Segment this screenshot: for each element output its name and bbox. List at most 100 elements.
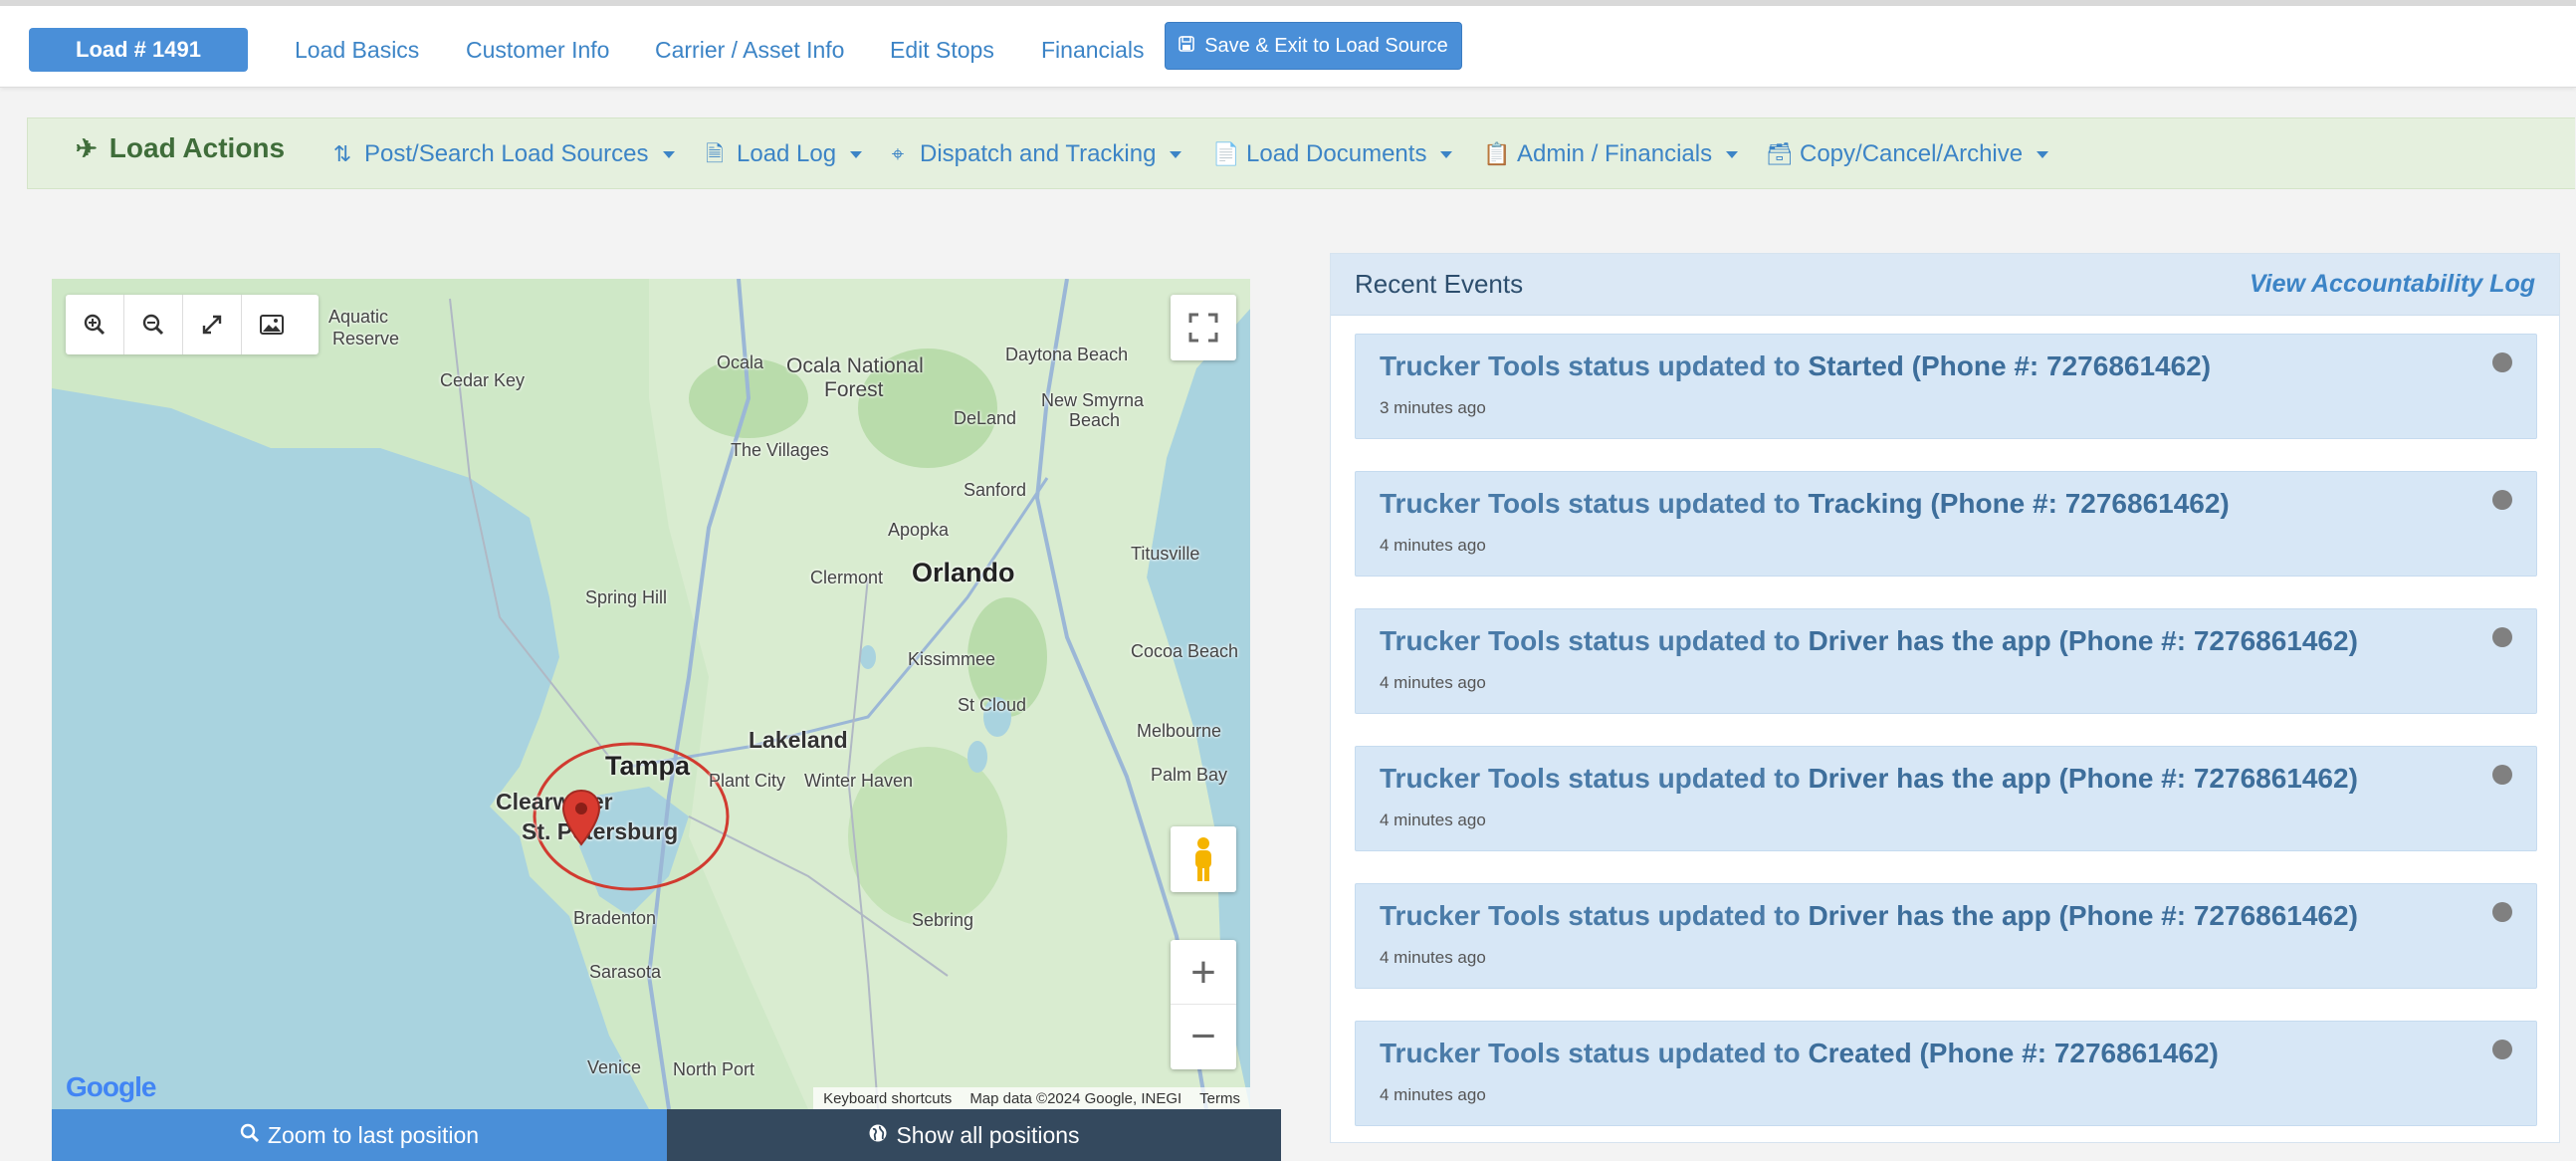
event-item: Trucker Tools status updated to Driver h… <box>1355 746 2537 851</box>
map-label-reserve: Reserve <box>332 329 400 348</box>
status-dot-icon <box>2492 490 2512 510</box>
map-view[interactable]: Aquatic Reserve Cedar Key Ocala Ocala Na… <box>52 279 1250 1109</box>
event-time: 3 minutes ago <box>1380 398 1486 417</box>
dispatch-tracking-menu[interactable]: ⌖ Dispatch and Tracking <box>886 134 1182 174</box>
load-actions-title: ✈ Load Actions <box>76 132 286 163</box>
caret-down-icon <box>2037 150 2049 158</box>
archive-icon: 🗃 <box>1766 141 1794 166</box>
event-prefix: Trucker Tools status updated to <box>1380 625 1801 656</box>
map-label-palm-bay: Palm Bay <box>1151 765 1228 785</box>
event-time: 4 minutes ago <box>1380 673 1486 692</box>
nav-financials[interactable]: Financials <box>1041 28 1145 72</box>
post-search-load-sources-menu[interactable]: ⇅ Post/Search Load Sources <box>330 134 675 174</box>
map-label-titusville: Titusville <box>1131 544 1200 564</box>
recent-events-title: Recent Events <box>1355 269 1524 299</box>
caret-down-icon <box>1726 150 1739 158</box>
event-time: 4 minutes ago <box>1380 948 1486 967</box>
event-time: 4 minutes ago <box>1380 1085 1486 1104</box>
expand-tool-button[interactable] <box>183 295 242 354</box>
event-status: Driver has the app (Phone #: 7276861462) <box>1808 763 2358 794</box>
zoom-in-tool-button[interactable] <box>66 295 124 354</box>
zoom-in-magnifier-icon <box>84 314 106 336</box>
keyboard-shortcuts-link[interactable]: Keyboard shortcuts <box>823 1090 952 1107</box>
status-dot-icon <box>2492 352 2512 372</box>
status-dot-icon <box>2492 627 2512 647</box>
map-toolbar <box>66 295 319 354</box>
google-logo: Google <box>66 1071 156 1102</box>
load-log-menu[interactable]: 🗎 Load Log <box>703 134 863 174</box>
show-all-positions-button[interactable]: Show all positions <box>667 1109 1281 1161</box>
view-accountability-log-link[interactable]: View Accountability Log <box>2250 270 2535 299</box>
caret-down-icon <box>1170 150 1182 158</box>
map-label-plant-city: Plant City <box>709 771 786 791</box>
map-label-forest: Forest <box>824 378 884 401</box>
search-icon <box>240 1122 260 1149</box>
street-view-pegman[interactable] <box>1171 826 1236 892</box>
top-nav-bar: Load # 1491 Load Basics Customer Info Ca… <box>0 0 2576 88</box>
map-label-aquatic: Aquatic <box>328 307 389 327</box>
event-prefix: Trucker Tools status updated to <box>1380 1038 1801 1068</box>
map-data-text: Map data ©2024 Google, INEGI <box>969 1089 1182 1107</box>
zoom-out-tool-button[interactable] <box>124 295 183 354</box>
crosshairs-icon: ⌖ <box>891 141 905 166</box>
zoom-to-last-position-button[interactable]: Zoom to last position <box>52 1109 667 1161</box>
terms-link[interactable]: Terms <box>1199 1090 1240 1107</box>
zoom-out-magnifier-icon <box>142 314 164 336</box>
document-icon: 📄 <box>1212 141 1240 166</box>
map-label-deland: DeLand <box>954 408 1017 428</box>
plane-icon: ✈ <box>76 132 98 163</box>
event-item: Trucker Tools status updated to Tracking… <box>1355 471 2537 577</box>
nav-edit-stops[interactable]: Edit Stops <box>890 28 994 72</box>
save-exit-label: Save & Exit to Load Source <box>1204 34 1448 57</box>
map-label-orlando: Orlando <box>912 558 1015 587</box>
map-zoom-controls: + − <box>1171 940 1236 1069</box>
copy-cancel-archive-menu[interactable]: 🗃 Copy/Cancel/Archive <box>1766 134 2049 174</box>
map-label-sebring: Sebring <box>912 910 974 930</box>
fullscreen-icon <box>1188 313 1218 343</box>
map-label-ocala-forest: Ocala National <box>786 354 924 377</box>
map-label-clermont: Clermont <box>810 568 884 587</box>
caret-down-icon <box>662 150 675 158</box>
map-label-sanford: Sanford <box>964 480 1027 500</box>
status-dot-icon <box>2492 902 2512 922</box>
fullscreen-button[interactable] <box>1171 295 1236 360</box>
map-attribution: Keyboard shortcuts Map data ©2024 Google… <box>813 1087 1250 1109</box>
event-status: Driver has the app (Phone #: 7276861462) <box>1808 900 2358 931</box>
pegman-icon <box>1195 837 1211 881</box>
load-actions-bar: ✈ Load Actions ⇅ Post/Search Load Source… <box>27 117 2575 189</box>
load-number-badge[interactable]: Load # 1491 <box>29 28 248 72</box>
status-dot-icon <box>2492 765 2512 785</box>
event-prefix: Trucker Tools status updated to <box>1380 350 1801 381</box>
nav-load-basics[interactable]: Load Basics <box>295 28 419 72</box>
load-documents-menu[interactable]: 📄 Load Documents <box>1212 134 1453 174</box>
map-label-cedar-key: Cedar Key <box>440 370 526 390</box>
location-marker-icon[interactable] <box>561 789 601 846</box>
map-zoom-in-button[interactable]: + <box>1171 941 1236 1005</box>
map-label-lakeland: Lakeland <box>749 727 848 753</box>
map-label-beach: Beach <box>1069 410 1121 430</box>
admin-financials-menu[interactable]: 📋 Admin / Financials <box>1483 134 1739 174</box>
event-prefix: Trucker Tools status updated to <box>1380 900 1801 931</box>
map-label-bradenton: Bradenton <box>573 908 657 928</box>
event-status: Driver has the app (Phone #: 7276861462) <box>1808 625 2358 656</box>
event-prefix: Trucker Tools status updated to <box>1380 488 1801 519</box>
event-status: Created (Phone #: 7276861462) <box>1808 1038 2219 1068</box>
event-item: Trucker Tools status updated to Driver h… <box>1355 608 2537 714</box>
map-label-apopka: Apopka <box>888 520 950 540</box>
map-zoom-out-button[interactable]: − <box>1171 1005 1236 1068</box>
map-label-daytona: Daytona Beach <box>1005 345 1129 364</box>
map-label-winter-haven: Winter Haven <box>804 771 914 791</box>
retweet-icon: ⇅ <box>332 141 352 166</box>
nav-carrier-asset-info[interactable]: Carrier / Asset Info <box>655 28 844 72</box>
caret-down-icon <box>850 150 863 158</box>
event-status: Started (Phone #: 7276861462) <box>1808 350 2212 381</box>
map-label-ocala: Ocala <box>717 352 764 372</box>
map-label-venice: Venice <box>587 1057 642 1077</box>
save-exit-button[interactable]: Save & Exit to Load Source <box>1165 22 1462 70</box>
map-label-sarasota: Sarasota <box>589 962 662 982</box>
map-label-kissimmee: Kissimmee <box>908 649 996 669</box>
nav-customer-info[interactable]: Customer Info <box>466 28 609 72</box>
caret-down-icon <box>1440 150 1453 158</box>
event-time: 4 minutes ago <box>1380 536 1486 555</box>
image-tool-button[interactable] <box>242 295 301 354</box>
